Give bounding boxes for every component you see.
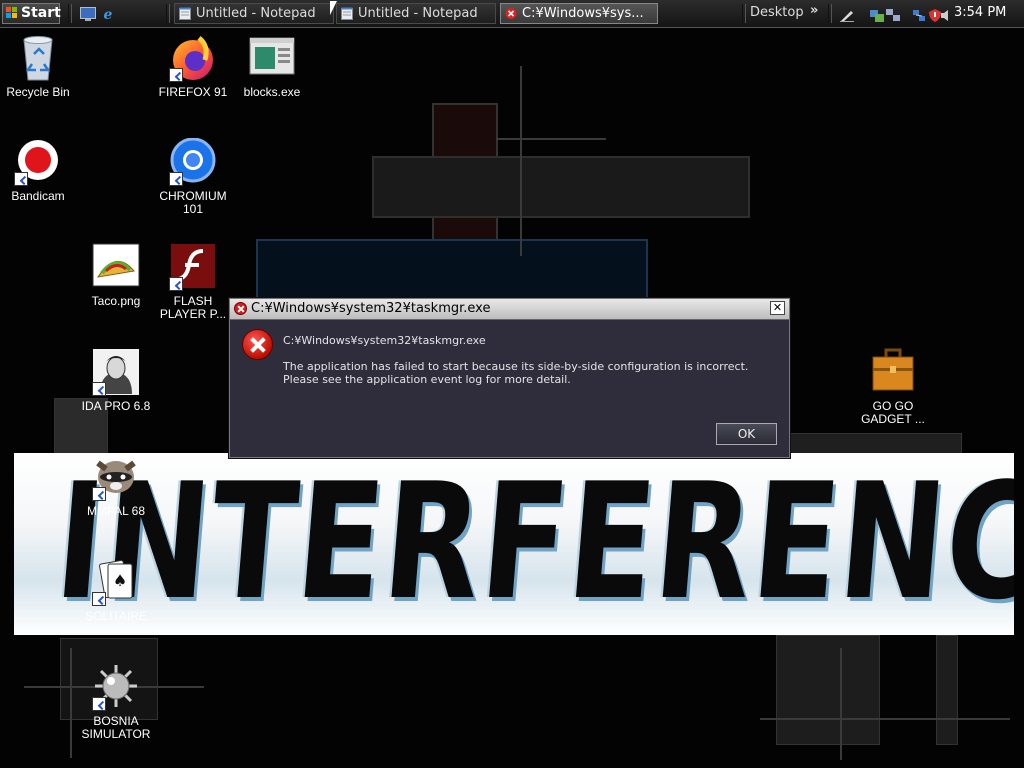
- chromium-icon: [169, 137, 217, 186]
- dialog-message: The application has failed to start beca…: [283, 360, 778, 386]
- shortcut-arrow-icon: [14, 172, 28, 186]
- desktop-icon-flash-player[interactable]: FLASH PLAYER P...: [155, 243, 231, 321]
- blocks-exe-icon: [248, 34, 296, 82]
- ida-pro-icon: [92, 348, 140, 396]
- notepad-icon: [179, 7, 191, 20]
- start-label: Start: [21, 5, 61, 21]
- desktop-icon-blocks-exe[interactable]: blocks.exe: [234, 34, 310, 99]
- error-icon: [505, 7, 517, 20]
- volume-icon[interactable]: [940, 7, 954, 21]
- mouse-cursor-icon: [330, 1, 341, 15]
- shortcut-arrow-icon: [92, 487, 106, 501]
- taskbar-button-notepad-2[interactable]: Untitled - Notepad: [336, 3, 496, 24]
- desktop-icon-label: IDA PRO 6.8: [81, 399, 151, 413]
- language-bar-icon[interactable]: [870, 7, 884, 22]
- desktop-icon-bandicam[interactable]: Bandicam: [0, 138, 76, 203]
- bg-shape: [372, 156, 750, 218]
- taskbar: Start e Untitled - Notepad Untitled - No…: [0, 0, 1024, 28]
- shortcut-arrow-icon: [169, 172, 183, 186]
- bg-line: [520, 66, 522, 256]
- desktop-icon-solitaire[interactable]: ♠ SOLITAIRE: [78, 558, 154, 623]
- bg-shape: [936, 635, 958, 745]
- desktop-icon-ida-pro[interactable]: IDA PRO 6.8: [78, 348, 154, 413]
- dialog-titlebar[interactable]: C:¥Windows¥system32¥taskmgr.exe ✕: [230, 299, 789, 320]
- taskbar-separator: [166, 4, 170, 23]
- windows-flag-icon: [6, 7, 18, 19]
- desktop-icon-chromium[interactable]: CHROMIUM 101: [155, 137, 231, 216]
- firefox-icon: [169, 34, 217, 82]
- desktop-icon-recycle-bin[interactable]: Recycle Bin: [0, 34, 76, 99]
- taskbar-button-label: Untitled - Notepad: [358, 6, 478, 21]
- taskbar-button-notepad-1[interactable]: Untitled - Notepad: [174, 3, 334, 24]
- shortcut-arrow-icon: [92, 382, 106, 396]
- taskbar-button-taskmgr-error[interactable]: C:¥Windows¥sys...: [500, 3, 658, 24]
- desktop-icon-label: FIREFOX 91: [158, 85, 228, 99]
- error-dialog: C:¥Windows¥system32¥taskmgr.exe ✕ C:¥Win…: [229, 298, 790, 458]
- dialog-message-line: Please see the application event log for…: [283, 373, 571, 386]
- dialog-message-line: The application has failed to start beca…: [283, 360, 749, 373]
- bg-line: [840, 648, 842, 760]
- desktop-icon-taco[interactable]: Taco.png: [78, 243, 154, 308]
- start-button[interactable]: Start: [2, 3, 61, 24]
- mine-icon: [92, 663, 140, 711]
- desktop-icon-label: GO GO GADGET ...: [861, 399, 925, 426]
- desktop-icon-label: BOSNIA SIMULATOR: [81, 714, 151, 741]
- taskbar-button-label: C:¥Windows¥sys...: [522, 6, 644, 21]
- flash-player-icon: [169, 243, 217, 291]
- internet-explorer-icon[interactable]: e: [100, 6, 116, 23]
- clock[interactable]: 3:54 PM: [954, 5, 1006, 20]
- shortcut-arrow-icon: [169, 68, 183, 82]
- desktop-icon-label: FLASH PLAYER P...: [159, 294, 227, 321]
- error-icon: [242, 329, 273, 360]
- interference-banner: INTERFERENCE: [14, 453, 1014, 635]
- recycle-bin-icon: [14, 34, 62, 82]
- desktop-icon-go-go-gadget[interactable]: GO GO GADGET ...: [855, 348, 931, 426]
- desktop-icon-firefox[interactable]: FIREFOX 91: [155, 34, 231, 99]
- ok-button[interactable]: OK: [716, 423, 777, 445]
- dialog-title: C:¥Windows¥system32¥taskmgr.exe: [251, 301, 491, 316]
- bg-line: [760, 718, 1010, 720]
- shortcut-arrow-icon: [92, 592, 106, 606]
- taco-icon: [92, 243, 140, 291]
- close-button[interactable]: ✕: [770, 301, 785, 315]
- svg-text:♠: ♠: [113, 571, 127, 590]
- taskbar-button-label: Untitled - Notepad: [196, 6, 316, 21]
- error-icon: [234, 302, 247, 315]
- notepad-icon: [341, 7, 353, 20]
- desktop-icon-label: CHROMIUM 101: [159, 189, 227, 216]
- raccoon-icon: [92, 453, 140, 501]
- cards-icon: ♠: [92, 558, 140, 606]
- network-icon[interactable]: [886, 7, 900, 21]
- bg-line: [496, 138, 606, 140]
- bg-line: [70, 648, 72, 758]
- taskbar-separator: [68, 4, 72, 23]
- svg-text:e: e: [104, 7, 113, 21]
- shortcut-arrow-icon: [92, 697, 106, 711]
- desktop-icon-label: Taco.png: [91, 294, 141, 308]
- shortcut-arrow-icon: [169, 277, 183, 291]
- desktop-icon-label: SOLITAIRE: [85, 609, 147, 623]
- system-tray: 3:54 PM: [836, 3, 1022, 24]
- briefcase-icon: [869, 348, 917, 396]
- desktop-icon-mmpal[interactable]: MMPAL 68: [78, 453, 154, 518]
- taskbar-separator: [742, 4, 746, 23]
- desktop-icon-label: Bandicam: [11, 189, 65, 203]
- desktop-icon-label: MMPAL 68: [86, 504, 146, 518]
- bandicam-icon: [14, 138, 62, 186]
- show-desktop-icon[interactable]: [80, 6, 96, 21]
- taskbar-separator: [828, 4, 832, 23]
- desktop-icon-label: Recycle Bin: [6, 85, 70, 99]
- desktop-icon-label: blocks.exe: [243, 85, 301, 99]
- network-connections-icon[interactable]: [912, 7, 926, 21]
- pen-input-icon[interactable]: [840, 7, 854, 22]
- chevron-right-icon[interactable]: »: [810, 3, 818, 18]
- banner-text: INTERFERENCE: [49, 453, 1014, 635]
- bg-shape: [776, 635, 880, 745]
- desktop-toolbar-label[interactable]: Desktop: [750, 5, 804, 20]
- dialog-heading: C:¥Windows¥system32¥taskmgr.exe: [283, 334, 486, 347]
- desktop-icon-bosnia-simulator[interactable]: BOSNIA SIMULATOR: [78, 663, 154, 741]
